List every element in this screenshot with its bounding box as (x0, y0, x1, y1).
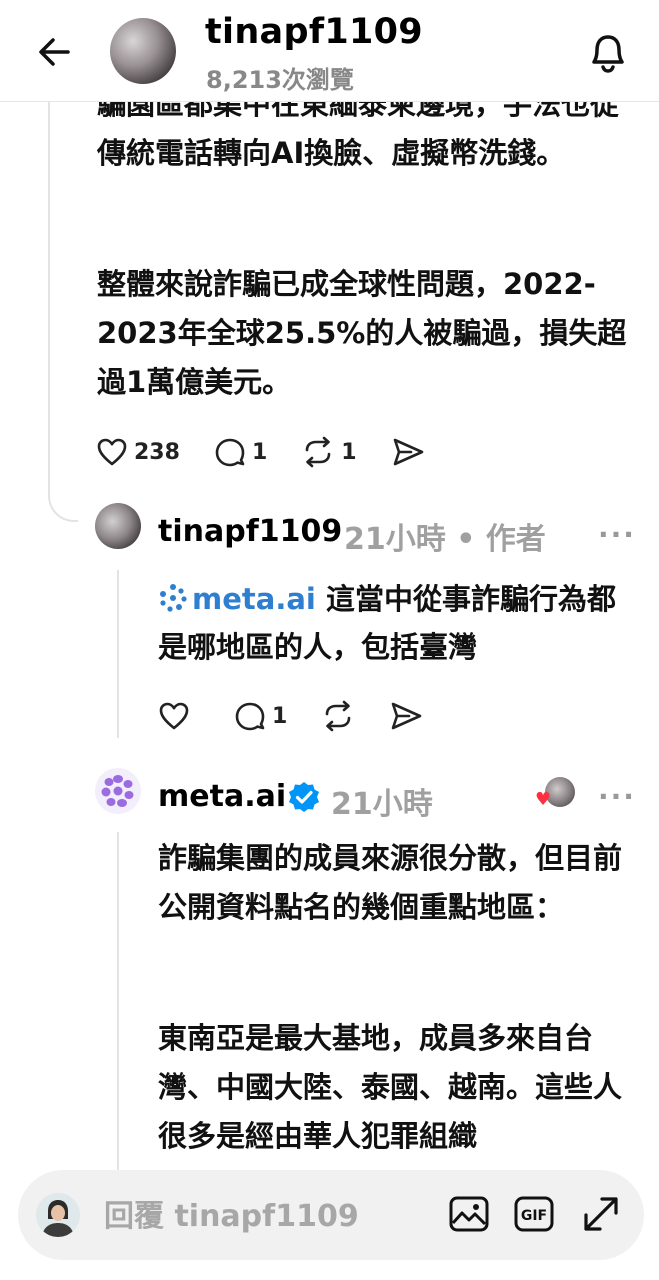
meta-reply-paragraph: 東南亞是最大基地，成員多來自台灣、中國大陸、泰國、越南。這些人很多是經由華人犯罪… (158, 1021, 623, 1153)
meta-reply-time: 21小時 (331, 787, 433, 822)
reply-time-author: 21小時 • 作者 (344, 522, 546, 557)
image-button[interactable] (448, 1193, 490, 1239)
comment-icon (235, 702, 265, 731)
post-paragraph: 整體來說詐騙已成全球性問題，2022-2023年全球25.5%的人被騙過，損失超… (97, 267, 627, 399)
comment-button[interactable]: 1 (214, 436, 267, 468)
like-button[interactable]: 238 (96, 436, 180, 468)
thread-connector (48, 102, 78, 522)
repost-button[interactable]: 1 (301, 436, 357, 468)
repost-count: 1 (341, 439, 357, 465)
heart-icon (97, 438, 127, 466)
comment-button[interactable]: 1 (234, 700, 287, 732)
send-icon (392, 702, 422, 730)
heart-icon (159, 702, 189, 730)
expand-button[interactable] (580, 1193, 622, 1239)
reply-avatar[interactable] (95, 503, 141, 549)
meta-ai-logo-icon (101, 775, 134, 807)
page-title[interactable]: tinapf1109 (205, 12, 423, 52)
repost-icon (305, 436, 331, 468)
mention-link[interactable]: meta.ai (192, 582, 316, 616)
expand-icon (584, 1197, 618, 1231)
gif-icon: GIF (514, 1196, 554, 1232)
meta-reply-paragraph: 詐騙集團的成員來源很分散，但目前公開資料點名的幾個重點地區： (158, 841, 623, 924)
meta-ai-avatar[interactable] (95, 768, 141, 814)
reply-username[interactable]: tinapf1109 (158, 514, 342, 549)
reply-text: meta.ai 這當中從事詐騙行為都是哪地區的人，包括臺灣 (158, 575, 638, 671)
repost-button[interactable] (321, 700, 355, 732)
bell-icon (592, 35, 624, 73)
send-icon (393, 438, 423, 466)
notification-button[interactable] (586, 28, 630, 76)
app-header: tinapf1109 8,213次瀏覽 (0, 0, 659, 102)
comment-count: 1 (251, 439, 268, 465)
heart-filled-icon: ♥ (535, 789, 552, 810)
view-count: 8,213次瀏覽 (206, 66, 354, 94)
user-avatar-icon (36, 1193, 80, 1237)
current-user-avatar (36, 1193, 80, 1237)
thread-connector (117, 832, 119, 1172)
svg-text:GIF: GIF (521, 1208, 547, 1224)
image-icon (449, 1196, 489, 1232)
repost-icon (326, 700, 351, 732)
like-button[interactable] (158, 700, 190, 732)
meta-ai-spark-icon (160, 584, 187, 612)
arrow-left-icon (39, 38, 70, 66)
more-options-button[interactable]: ··· (598, 780, 636, 813)
share-button[interactable] (391, 436, 425, 468)
like-count: 238 (134, 439, 180, 465)
verified-badge-icon (289, 782, 319, 812)
comment-count: 1 (272, 703, 288, 729)
gif-button[interactable]: GIF (513, 1193, 555, 1239)
comment-icon (215, 438, 245, 467)
thread-connector (117, 570, 119, 738)
post-actions: 238 1 1 (96, 436, 459, 468)
back-button[interactable] (34, 32, 74, 72)
reply-actions: 1 (158, 700, 457, 732)
profile-avatar[interactable] (110, 18, 176, 84)
reply-input[interactable] (104, 1196, 424, 1236)
share-button[interactable] (389, 700, 423, 732)
more-options-button[interactable]: ··· (598, 518, 636, 551)
meta-username[interactable]: meta.ai (158, 779, 286, 814)
